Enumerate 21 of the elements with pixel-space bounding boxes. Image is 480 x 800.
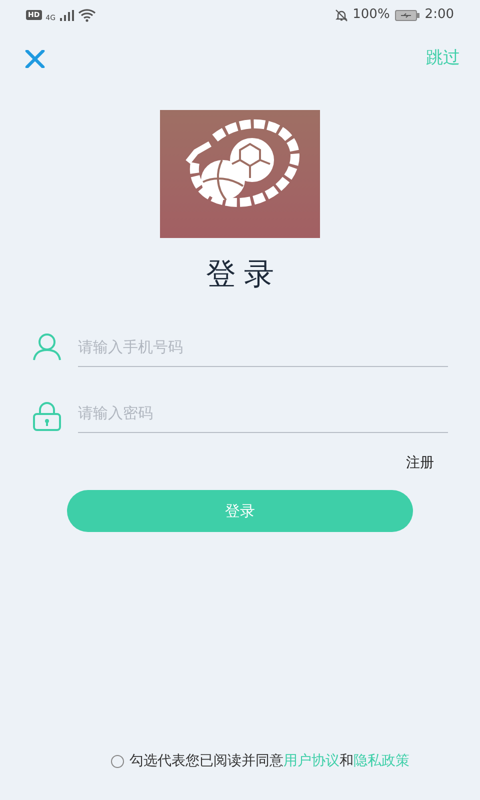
conjunction-text: 和: [340, 752, 354, 771]
lock-icon: [32, 401, 62, 431]
user-icon: [32, 333, 62, 361]
login-title: 登录: [205, 256, 283, 294]
battery-icon: [394, 10, 420, 20]
status-time: 2:00: [424, 6, 454, 24]
input-field[interactable]: 请输入手机号码: [78, 327, 448, 367]
battery-percent: 100%: [352, 6, 390, 24]
mute-bell-icon: [334, 8, 348, 22]
login-button[interactable]: 登录: [67, 490, 413, 532]
skip-link[interactable]: 跳过: [426, 46, 460, 72]
privacy-policy-link[interactable]: 隐私政策: [354, 751, 410, 772]
agreement-checkbox[interactable]: [110, 755, 124, 768]
close-icon: [25, 50, 45, 68]
close-button[interactable]: [24, 48, 46, 70]
wifi-icon: [78, 8, 96, 22]
input-field[interactable]: 请输入密码: [78, 393, 448, 433]
user-agreement-link[interactable]: 用户协议: [284, 751, 340, 772]
signal-icon: [60, 10, 74, 20]
register-link[interactable]: 注册: [406, 453, 434, 474]
agreement-text: 勾选代表您已阅读并同意: [130, 752, 284, 771]
